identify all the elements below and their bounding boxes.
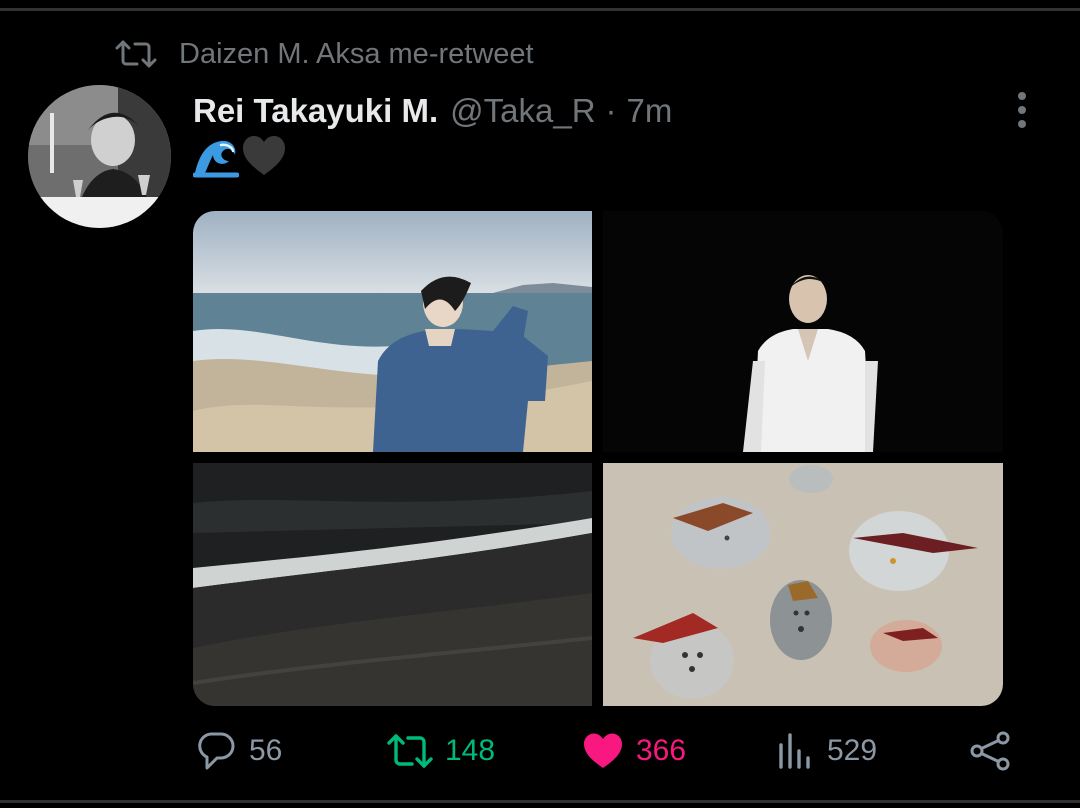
wave-emoji xyxy=(193,140,239,178)
retweet-count: 148 xyxy=(445,734,496,767)
retweet-notice[interactable]: Daizen M. Aksa me-retweet xyxy=(115,34,534,74)
retweet-button[interactable]: 148 xyxy=(387,725,495,777)
retweet-icon xyxy=(387,734,433,768)
like-count: 366 xyxy=(636,734,687,767)
share-icon xyxy=(970,731,1010,771)
tweet-header: Rei Takayuki M. @Taka_R · 7m xyxy=(193,88,672,134)
black-heart-emoji xyxy=(243,136,285,175)
reply-count: 56 xyxy=(249,734,283,767)
like-button[interactable]: 366 xyxy=(582,725,686,777)
night-white-shirt-photo[interactable] xyxy=(603,211,1003,452)
beach-denim-photo[interactable] xyxy=(193,211,592,452)
retweet-icon xyxy=(115,40,157,68)
author-handle[interactable]: @Taka_R xyxy=(450,92,595,130)
stone-faces-image xyxy=(603,463,1003,706)
reply-icon xyxy=(198,732,235,770)
top-divider xyxy=(0,8,1080,11)
avatar-image xyxy=(28,85,171,228)
reply-button[interactable]: 56 xyxy=(195,725,282,777)
views-button[interactable]: 529 xyxy=(775,725,877,777)
heart-icon xyxy=(584,733,622,768)
author-name[interactable]: Rei Takayuki M. xyxy=(193,92,438,130)
night-waves-photo[interactable] xyxy=(193,463,592,706)
stone-faces-photo[interactable] xyxy=(603,463,1003,706)
views-icon xyxy=(779,733,810,769)
beach-denim-image xyxy=(193,211,592,452)
night-waves-image xyxy=(193,463,592,706)
bottom-divider xyxy=(0,800,1080,803)
avatar[interactable] xyxy=(28,85,171,228)
night-white-shirt-image xyxy=(603,211,1003,452)
view-count: 529 xyxy=(827,734,878,767)
tweet-actions: 56 148 366 529 xyxy=(0,725,1080,777)
retweet-notice-text: Daizen M. Aksa me-retweet xyxy=(179,37,534,70)
media-grid xyxy=(193,211,1003,706)
tweet-time[interactable]: 7m xyxy=(627,92,673,130)
header-separator: · xyxy=(605,92,617,129)
share-button[interactable] xyxy=(968,725,1024,777)
more-options-icon[interactable] xyxy=(1005,90,1039,130)
tweet-text xyxy=(193,133,289,179)
